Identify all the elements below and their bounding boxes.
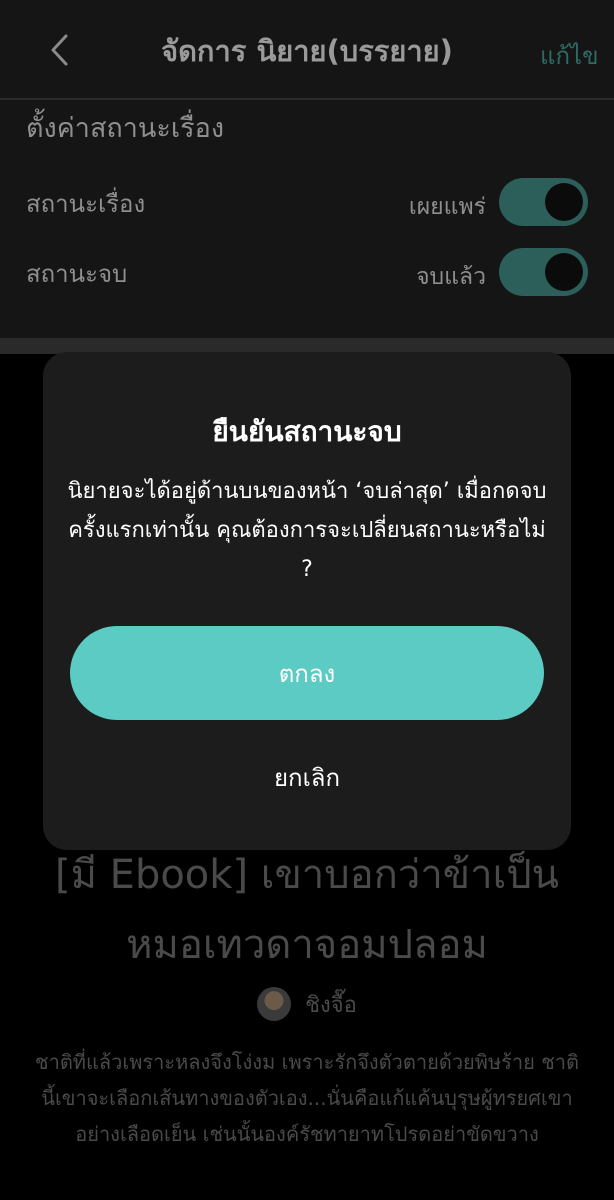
app-header: จัดการ นิยาย(บรรยาย) แก้ไข [0,0,614,98]
author-row: ชิงจื๊อ [0,984,614,1024]
dialog-message: นิยายจะได้อยู่ด้านบนของหน้า ‘จบล่าสุด’ เ… [67,479,547,582]
novel-synopsis: ชาติที่แล้วเพราะหลงจึงโง่งม เพราะรักจึงต… [35,1050,579,1146]
completion-status-label: สถานะจบ [26,260,128,288]
chevron-left-icon [51,34,68,66]
back-button[interactable] [40,30,80,70]
confirm-dialog: ยืนยันสถานะจบ นิยายจะได้อยู่ด้านบนของหน้… [43,352,571,850]
dialog-title: ยืนยันสถานะจบ [212,415,402,448]
toggle-knob [545,253,583,291]
author-avatar [257,987,292,1021]
completion-status-toggle[interactable] [499,248,588,296]
story-status-toggle[interactable] [499,178,588,226]
story-status-value: เผยแพร่ [408,194,486,220]
status-settings-section: ตั้งค่าสถานะเรื่อง สถานะเรื่อง เผยแพร่ ส… [0,100,614,338]
edit-button[interactable]: แก้ไข [540,36,614,75]
novel-title: [มี Ebook] เขาบอกว่าข้าเป็นหมอเทวดาจอมปล… [54,852,560,968]
section-title: ตั้งค่าสถานะเรื่อง [26,113,225,144]
cancel-button[interactable]: ยกเลิก [207,752,407,802]
story-status-label: สถานะเรื่อง [26,190,146,218]
page-title: จัดการ นิยาย(บรรยาย) [161,34,453,68]
toggle-knob [545,183,583,221]
author-name: ชิงจื๊อ [305,992,357,1018]
completion-status-value: จบแล้ว [416,264,486,290]
confirm-button[interactable]: ตกลง [70,626,544,720]
screen: จัดการ นิยาย(บรรยาย) แก้ไข ตั้งค่าสถานะเ… [0,0,614,1200]
